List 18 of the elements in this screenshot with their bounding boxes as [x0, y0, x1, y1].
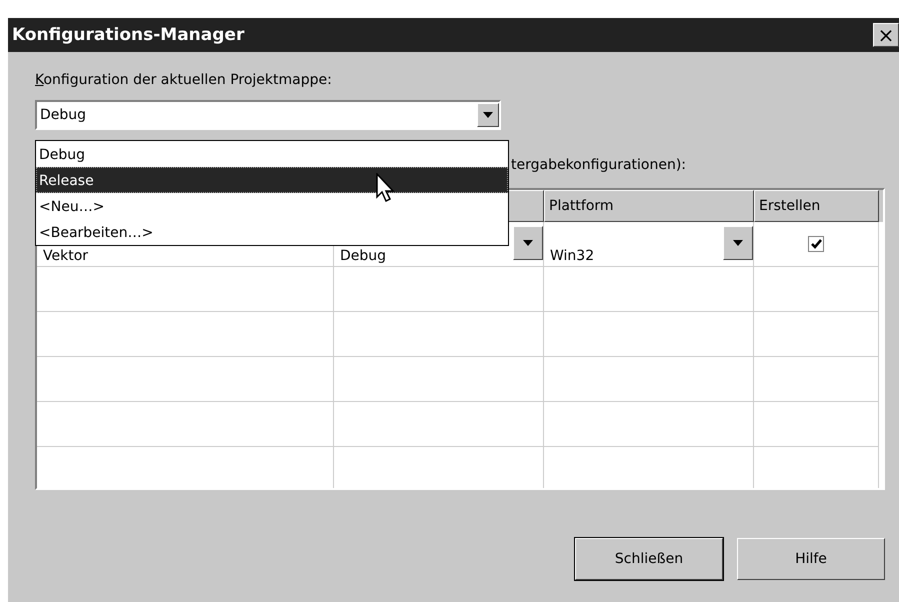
dropdown-option[interactable]: Debug — [36, 141, 508, 167]
column-header[interactable]: Plattform — [544, 190, 754, 222]
table-cell[interactable]: Win32 — [550, 248, 594, 264]
dialog-button[interactable]: Schließen — [575, 538, 723, 580]
table-cell[interactable]: Debug — [340, 248, 386, 264]
dialog-button[interactable]: Hilfe — [737, 538, 885, 580]
section-label: tergabekonfigurationen): — [511, 157, 686, 173]
configuration-dropdown[interactable]: Debug — [35, 100, 501, 130]
pointer-cursor-icon — [376, 173, 396, 203]
dropdown-option[interactable]: <Bearbeiten…> — [36, 219, 508, 245]
checkbox[interactable] — [808, 236, 824, 252]
dropdown-option[interactable]: <Neu…> — [36, 193, 508, 219]
column-header[interactable]: Erstellen — [754, 190, 879, 222]
field-label: Konfiguration der aktuellen Projektmappe: — [35, 72, 333, 90]
close-button[interactable]: × — [873, 23, 899, 47]
window-title: Konfigurations-Manager — [12, 25, 244, 45]
table-cell: Vektor — [43, 248, 88, 264]
dropdown-option[interactable]: Release — [36, 167, 508, 193]
